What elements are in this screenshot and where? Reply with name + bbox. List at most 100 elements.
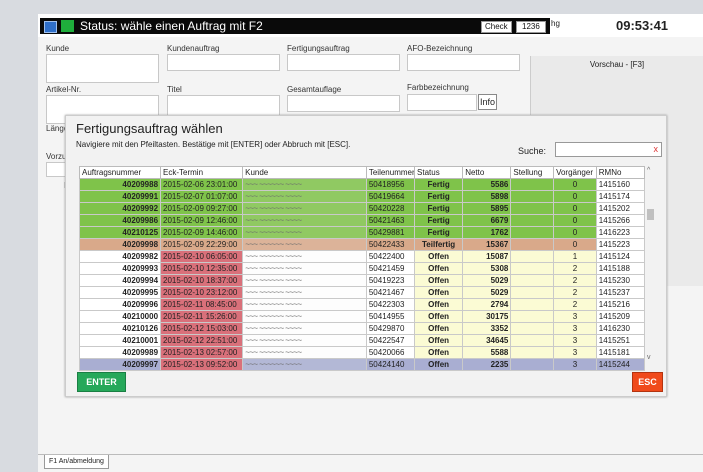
column-header[interactable]: Stellung: [510, 166, 555, 179]
gesamtauflage-label: Gesamtauflage: [287, 85, 342, 94]
cell-vg: 2: [553, 274, 597, 287]
cell-rm: 1415160: [595, 178, 646, 191]
scroll-down-icon[interactable]: v: [647, 354, 651, 361]
cell-netto: 5898: [462, 190, 512, 203]
column-header[interactable]: Vorgänger: [553, 166, 597, 179]
table-row[interactable]: 40210000 2015-02-11 15:26:00 ~~~ ~~~~~~ ~~…: [78, 310, 646, 323]
cell-id: 40209995: [78, 286, 162, 299]
cell-kunde: ~~~ ~~~~~~ ~~~~: [242, 250, 367, 263]
table-row[interactable]: 40209992 2015-02-09 09:27:00 ~~~ ~~~~~~ ~~…: [78, 202, 646, 215]
dialog-description: Navigiere mit den Pfeiltasten. Bestätige…: [76, 140, 351, 149]
column-header[interactable]: Auftragsnummer: [78, 166, 162, 179]
cell-rm: 1415209: [595, 310, 646, 323]
cell-netto: 5029: [462, 286, 512, 299]
cell-teil: 50424140: [365, 358, 416, 371]
clock: 09:53:41: [608, 18, 703, 34]
cell-teil: 50422303: [365, 298, 416, 311]
table-row[interactable]: 40209989 2015-02-13 02:57:00 ~~~ ~~~~~~ ~~…: [78, 346, 646, 359]
search-input[interactable]: x: [555, 142, 662, 157]
table-row[interactable]: 40209995 2015-02-10 23:12:00 ~~~ ~~~~~~ ~~…: [78, 286, 646, 299]
cell-stellung: [510, 262, 555, 275]
cell-status: Fertig: [414, 214, 464, 227]
cell-status: Fertig: [414, 178, 464, 191]
cell-netto: 34645: [462, 334, 512, 347]
kundenauftrag-label: Kundenauftrag: [167, 44, 220, 53]
cell-netto: 3352: [462, 322, 512, 335]
artikel-label: Artikel-Nr.: [46, 85, 82, 94]
table-row[interactable]: 40209982 2015-02-10 06:05:00 ~~~ ~~~~~~ ~~…: [78, 250, 646, 263]
table-row[interactable]: 40209986 2015-02-09 12:46:00 ~~~ ~~~~~~ ~~…: [78, 214, 646, 227]
farbbezeichnung-field[interactable]: [407, 94, 477, 111]
esc-button[interactable]: ESC: [632, 372, 663, 392]
cell-kunde: ~~~ ~~~~~~ ~~~~: [242, 322, 367, 335]
cell-vg: 3: [553, 358, 597, 371]
cell-status: Offen: [414, 286, 464, 299]
cell-stellung: [510, 226, 555, 239]
cell-kunde: ~~~ ~~~~~~ ~~~~: [242, 334, 367, 347]
table-row[interactable]: 40210126 2015-02-12 15:03:00 ~~~ ~~~~~~ ~~…: [78, 322, 646, 335]
cell-stellung: [510, 358, 555, 371]
cell-status: Offen: [414, 310, 464, 323]
check-value: 1236: [516, 21, 546, 33]
hg-label: hg: [551, 19, 560, 28]
table-row[interactable]: 40209988 2015-02-06 23:01:00 ~~~ ~~~~~~ ~~…: [78, 178, 646, 191]
table-row[interactable]: 40209993 2015-02-10 12:35:00 ~~~ ~~~~~~ ~~…: [78, 262, 646, 275]
cell-id: 40210000: [78, 310, 162, 323]
table-row[interactable]: 40210001 2015-02-12 22:51:00 ~~~ ~~~~~~ ~~…: [78, 334, 646, 347]
cell-rm: 1415244: [595, 358, 646, 371]
table-scrollbar[interactable]: ^ v: [645, 166, 657, 364]
cell-teil: 50429870: [365, 322, 416, 335]
cell-kunde: ~~~ ~~~~~~ ~~~~: [242, 298, 367, 311]
scroll-up-icon[interactable]: ^: [647, 167, 650, 174]
cell-termin: 2015-02-12 15:03:00: [160, 322, 244, 335]
cell-vg: 0: [553, 238, 597, 251]
table-row[interactable]: 40209998 2015-02-09 22:29:00 ~~~ ~~~~~~ ~~…: [78, 238, 646, 251]
cell-rm: 1415251: [595, 334, 646, 347]
column-header[interactable]: RMNo: [595, 166, 646, 179]
table-row[interactable]: 40209991 2015-02-07 01:07:00 ~~~ ~~~~~~ ~~…: [78, 190, 646, 203]
cell-vg: 0: [553, 214, 597, 227]
column-header[interactable]: Status: [414, 166, 464, 179]
scroll-thumb[interactable]: [647, 209, 654, 220]
clear-search-icon[interactable]: x: [654, 144, 659, 154]
cell-kunde: ~~~ ~~~~~~ ~~~~: [242, 262, 367, 275]
cell-id: 40209986: [78, 214, 162, 227]
cell-netto: 6679: [462, 214, 512, 227]
cell-netto: 2235: [462, 358, 512, 371]
cell-kunde: ~~~ ~~~~~~ ~~~~: [242, 358, 367, 371]
afo-label: AFO-Bezeichnung: [407, 44, 473, 53]
cell-status: Offen: [414, 358, 464, 371]
table-row[interactable]: 40209994 2015-02-10 18:37:00 ~~~ ~~~~~~ ~~…: [78, 274, 646, 287]
fertigungsauftrag-field[interactable]: [287, 54, 400, 71]
column-header[interactable]: Netto: [462, 166, 512, 179]
cell-termin: 2015-02-09 12:46:00: [160, 214, 244, 227]
cell-id: 40210126: [78, 322, 162, 335]
title-bar: Status: wähle einen Auftrag mit F2 Check…: [38, 14, 703, 37]
kunde-field[interactable]: [46, 54, 159, 83]
column-header[interactable]: Kunde: [242, 166, 367, 179]
tab-f1-anmeldung[interactable]: F1 An/abmeldung: [44, 455, 109, 469]
cell-status: Offen: [414, 274, 464, 287]
table-row[interactable]: 40210125 2015-02-09 14:46:00 ~~~ ~~~~~~ ~~…: [78, 226, 646, 239]
table-row[interactable]: 40209997 2015-02-13 09:52:00 ~~~ ~~~~~~ ~~…: [78, 358, 646, 371]
cell-kunde: ~~~ ~~~~~~ ~~~~: [242, 226, 367, 239]
table-row[interactable]: 40209996 2015-02-11 08:45:00 ~~~ ~~~~~~ ~~…: [78, 298, 646, 311]
cell-stellung: [510, 274, 555, 287]
mail-icon[interactable]: [44, 21, 57, 33]
cell-rm: 1415230: [595, 274, 646, 287]
order-select-dialog: Fertigungsauftrag wählen Navigiere mit d…: [65, 115, 667, 397]
column-header[interactable]: Teilenummer: [365, 166, 416, 179]
cell-vg: 3: [553, 310, 597, 323]
afo-field[interactable]: [407, 54, 520, 71]
cell-status: Teilfertig: [414, 238, 464, 251]
kundenauftrag-field[interactable]: [167, 54, 280, 71]
enter-button[interactable]: ENTER: [77, 372, 126, 392]
info-button[interactable]: Info: [478, 94, 497, 110]
column-header[interactable]: Eck-Termin: [160, 166, 244, 179]
cell-stellung: [510, 250, 555, 263]
cell-rm: 1415124: [595, 250, 646, 263]
tab-bar: F1 An/abmeldung: [38, 454, 703, 471]
gesamtauflage-field[interactable]: [287, 95, 400, 112]
cell-stellung: [510, 322, 555, 335]
cell-vg: 1: [553, 250, 597, 263]
